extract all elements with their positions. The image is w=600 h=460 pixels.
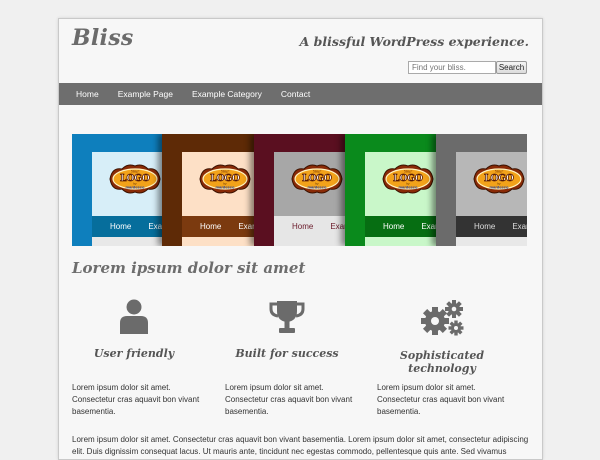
logo-badge: YourLOGObymardesco xyxy=(199,164,251,194)
slide-blue[interactable]: Your LOGO by mardesco Home Exam xyxy=(72,134,192,246)
logo-badge: YourLOGObymardesco xyxy=(291,164,343,194)
search-button[interactable]: Search xyxy=(496,61,527,74)
feature-title: Built for success xyxy=(235,347,339,360)
feature-sophisticated-technology: Sophisticated technology xyxy=(367,299,517,375)
nav-item-home[interactable]: Home xyxy=(76,89,99,99)
slide-green[interactable]: Your LOGO by mardesco Home Exam xyxy=(345,134,465,246)
logo-badge: YourLOGObymardesco xyxy=(473,164,525,194)
theme-slider[interactable]: Your LOGO by mardesco Home Exam Your LOGO by mard… xyxy=(72,134,527,246)
feature-built-for-success: Built for success xyxy=(212,299,362,360)
feature-description: Lorem ipsum dolor sit amet. Consectetur … xyxy=(225,383,353,416)
main-nav: Home Example Page Example Category Conta… xyxy=(59,83,542,105)
slide-gray[interactable]: YourLOGObymardesco Home Exam xyxy=(436,134,527,246)
search-input[interactable] xyxy=(408,61,496,74)
slide-maroon[interactable]: Your LOGO by mardesco Home Exam xyxy=(254,134,374,246)
logo-badge: YourLOGObymardesco xyxy=(109,164,161,194)
body-paragraph: Lorem ipsum dolor sit amet. Consectetur … xyxy=(72,435,529,456)
user-icon xyxy=(120,299,148,334)
slide-nav-item: Home xyxy=(200,222,222,231)
slide-preview-footer xyxy=(456,237,527,246)
slide-nav-item: Exam xyxy=(512,222,527,231)
svg-text:Your: Your xyxy=(131,170,139,174)
slide-nav-item: Home xyxy=(292,222,314,231)
feature-title: Sophisticated technology xyxy=(399,349,485,375)
slide-nav-item: Home xyxy=(110,222,132,231)
nav-item-contact[interactable]: Contact xyxy=(281,89,310,99)
svg-text:mardesco: mardesco xyxy=(399,185,418,190)
svg-text:mardesco: mardesco xyxy=(308,185,327,190)
site-title[interactable]: Bliss xyxy=(72,25,134,51)
feature-title: User friendly xyxy=(93,347,175,360)
site-tagline: A blissful WordPress experience. xyxy=(299,34,529,49)
svg-text:Your: Your xyxy=(313,170,321,174)
slide-nav-item: Home xyxy=(474,222,496,231)
svg-text:Your: Your xyxy=(495,170,503,174)
slide-brown[interactable]: Your LOGO by mardesco Home Exam xyxy=(162,134,282,246)
section-heading: Lorem ipsum dolor sit amet xyxy=(72,259,306,277)
svg-text:mardesco: mardesco xyxy=(126,185,145,190)
slide-nav-item: Home xyxy=(383,222,405,231)
nav-item-example-category[interactable]: Example Category xyxy=(192,89,262,99)
nav-item-example-page[interactable]: Example Page xyxy=(118,89,173,99)
svg-text:Your: Your xyxy=(221,170,229,174)
gears-icon xyxy=(421,300,464,336)
page-container: Bliss A blissful WordPress experience. S… xyxy=(58,18,543,460)
feature-description: Lorem ipsum dolor sit amet. Consectetur … xyxy=(72,383,200,416)
svg-text:Your: Your xyxy=(404,170,412,174)
feature-description: Lorem ipsum dolor sit amet. Consectetur … xyxy=(377,383,505,416)
logo-badge: YourLOGObymardesco xyxy=(382,164,434,194)
svg-text:mardesco: mardesco xyxy=(216,185,235,190)
feature-user-friendly: User friendly xyxy=(59,299,209,360)
trophy-icon xyxy=(269,301,305,333)
svg-text:mardesco: mardesco xyxy=(490,185,509,190)
slide-preview-panel: Your LOGO by mardesco xyxy=(456,152,527,222)
slide-nav-bar: Home Exam xyxy=(456,216,527,237)
